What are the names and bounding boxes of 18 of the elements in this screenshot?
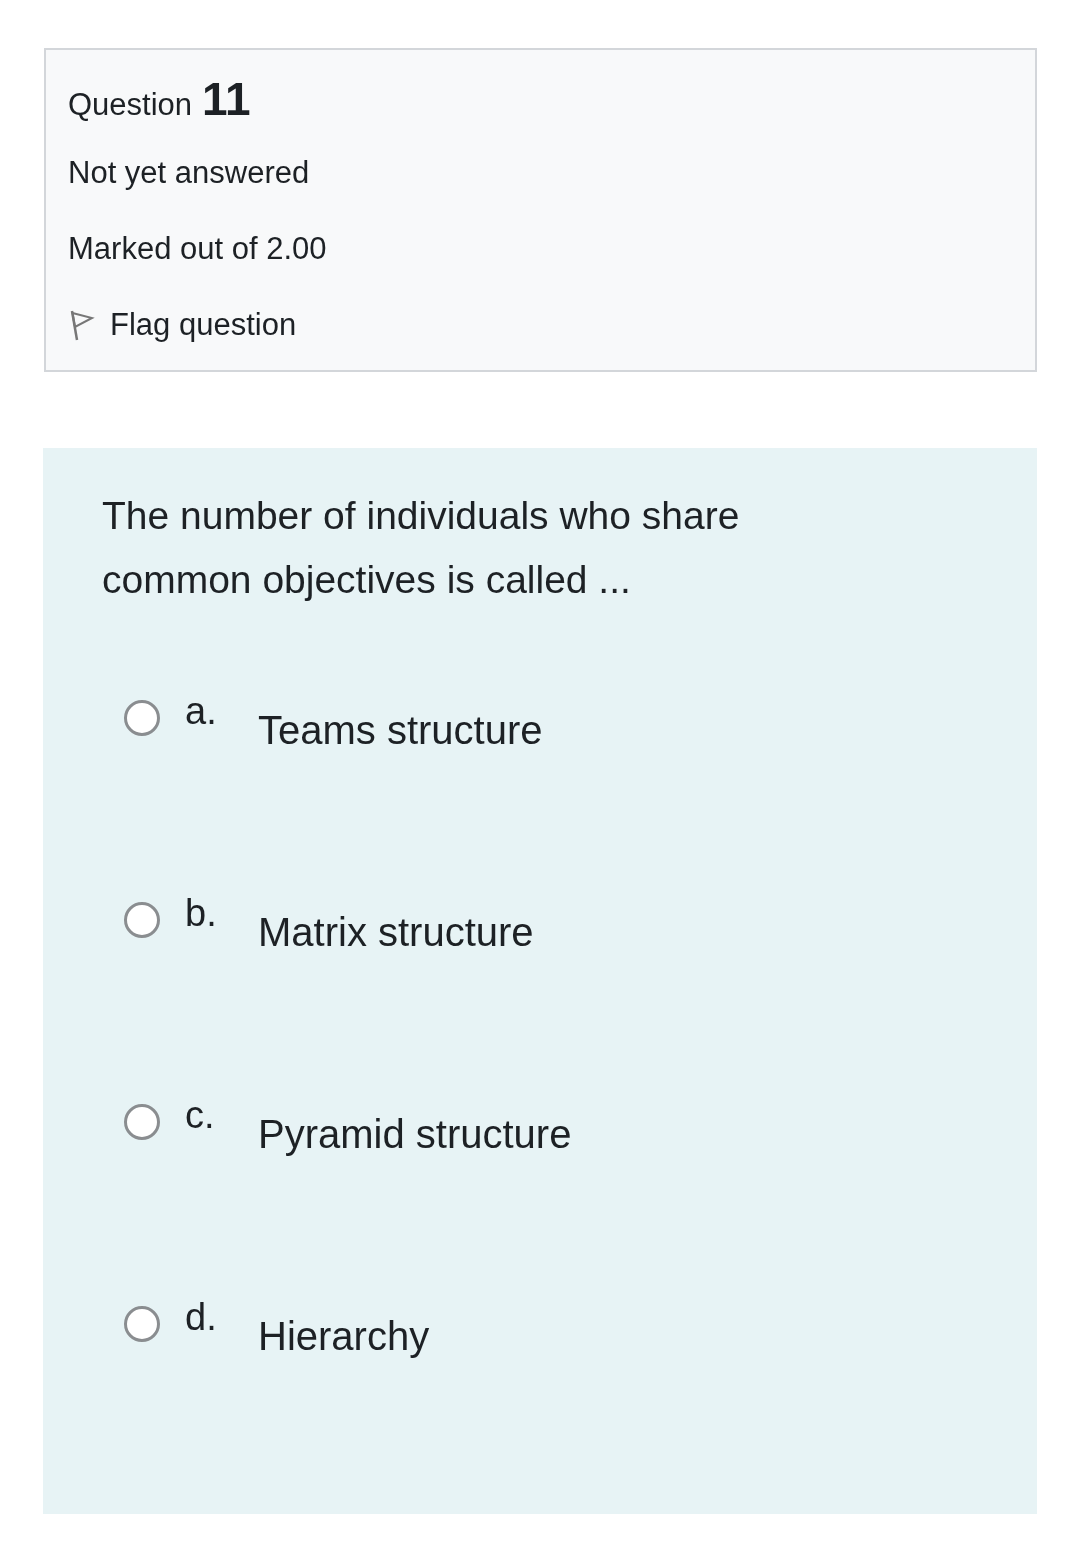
radio-button[interactable] <box>124 1306 160 1342</box>
question-text: The number of individuals who share common objectives is called ... <box>102 493 741 603</box>
option-label[interactable]: Hierarchy <box>258 1314 430 1359</box>
radio-button[interactable] <box>124 700 160 736</box>
radio-button[interactable] <box>124 902 160 938</box>
option-letter: c. <box>185 1094 216 1137</box>
question-number: 11 <box>202 72 251 126</box>
question-label: Question <box>68 87 193 123</box>
option-label[interactable]: Matrix structure <box>258 910 534 955</box>
radio-button[interactable] <box>124 1104 160 1140</box>
marks-text: Marked out of 2.00 <box>68 230 328 268</box>
option-letter: b. <box>185 892 218 935</box>
option-letter: d. <box>185 1296 218 1339</box>
answer-status: Not yet answered <box>68 154 311 192</box>
option-label[interactable]: Teams structure <box>258 708 543 753</box>
option-letter: a. <box>185 690 218 733</box>
option-label[interactable]: Pyramid structure <box>258 1112 572 1157</box>
flag-question-link[interactable]: Flag question <box>68 300 297 350</box>
